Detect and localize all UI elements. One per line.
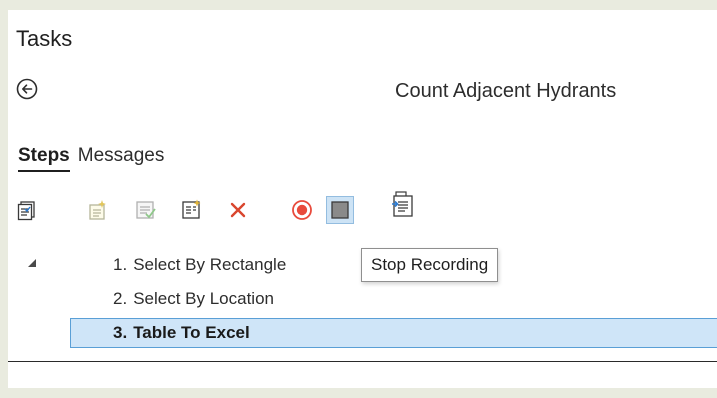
step-properties-icon bbox=[182, 199, 201, 219]
task-properties-button[interactable] bbox=[16, 198, 40, 222]
step-label: Select By Rectangle bbox=[133, 255, 287, 274]
tab-steps[interactable]: Steps bbox=[18, 145, 70, 172]
tasks-pane: Tasks Count Adjacent Hydrants Steps Mess… bbox=[0, 0, 717, 398]
insert-step-button[interactable] bbox=[86, 198, 110, 222]
record-icon bbox=[292, 200, 312, 220]
collapse-toggle-icon[interactable] bbox=[27, 255, 37, 267]
frame-bottom bbox=[0, 388, 717, 398]
tab-bar: Steps Messages bbox=[18, 145, 164, 172]
paste-step-button[interactable] bbox=[390, 190, 414, 217]
stop-recording-button[interactable] bbox=[326, 196, 354, 224]
task-name: Count Adjacent Hydrants bbox=[395, 80, 617, 102]
step-item-selected[interactable]: 3. Table To Excel bbox=[113, 323, 250, 343]
step-label: Select By Location bbox=[133, 289, 274, 308]
stop-recording-icon bbox=[331, 201, 349, 219]
tooltip: Stop Recording bbox=[361, 248, 499, 282]
frame-top bbox=[0, 0, 717, 10]
step-label: Table To Excel bbox=[133, 323, 250, 342]
step-number: 1. bbox=[113, 255, 128, 274]
edit-step-button[interactable] bbox=[134, 198, 158, 222]
paste-step-icon bbox=[392, 191, 413, 217]
record-button[interactable] bbox=[290, 198, 314, 222]
back-arrow-icon bbox=[16, 78, 38, 100]
step-item[interactable]: 2. Select By Location bbox=[113, 289, 274, 309]
pane-title: Tasks bbox=[16, 26, 73, 51]
step-item[interactable]: 1. Select By Rectangle bbox=[113, 255, 286, 275]
insert-step-icon bbox=[89, 200, 106, 220]
divider bbox=[8, 361, 717, 362]
step-properties-button[interactable] bbox=[180, 198, 204, 222]
edit-step-icon bbox=[136, 201, 156, 219]
step-number: 2. bbox=[113, 289, 128, 308]
delete-step-button[interactable] bbox=[226, 198, 250, 222]
tab-messages[interactable]: Messages bbox=[78, 145, 165, 172]
step-number: 3. bbox=[113, 323, 128, 342]
delete-step-icon bbox=[230, 202, 246, 218]
back-button[interactable] bbox=[16, 78, 38, 100]
task-properties-icon bbox=[17, 201, 35, 221]
frame-left bbox=[0, 0, 8, 398]
